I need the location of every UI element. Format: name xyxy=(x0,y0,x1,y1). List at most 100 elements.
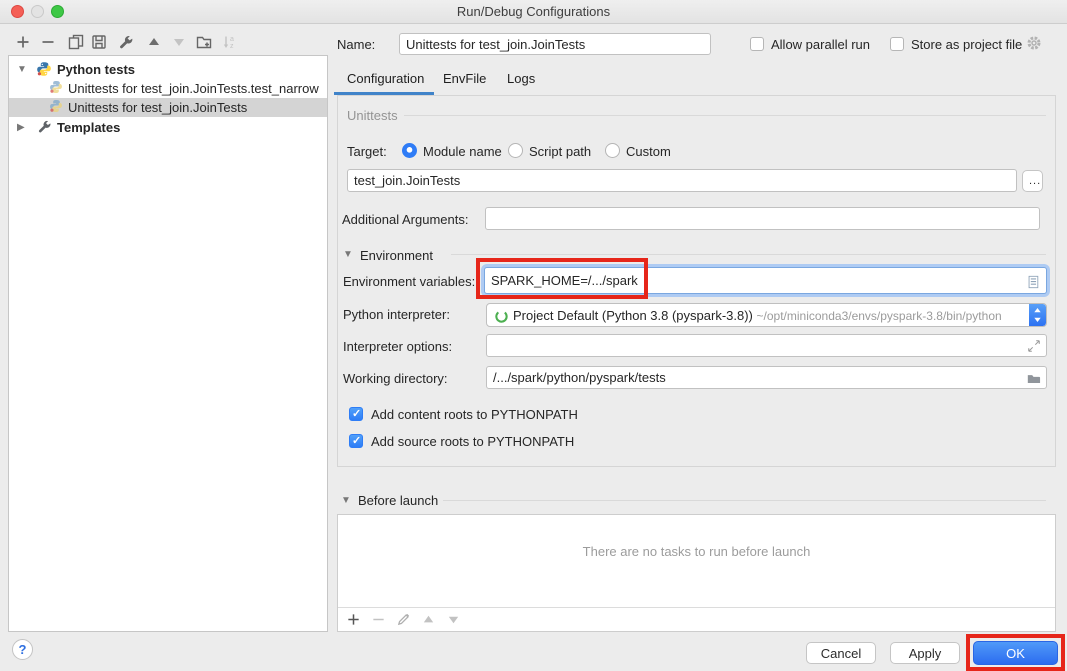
additional-arguments-label: Additional Arguments: xyxy=(342,212,468,227)
wrench-icon xyxy=(118,38,134,53)
remove-configuration-button[interactable] xyxy=(40,34,57,51)
conda-environment-icon xyxy=(494,308,509,327)
working-directory-value: /.../spark/python/pyspark/tests xyxy=(493,370,666,385)
move-task-up-button[interactable] xyxy=(421,612,436,630)
add-source-roots-checkbox[interactable] xyxy=(349,434,363,448)
edit-variables-icon[interactable] xyxy=(1026,273,1040,298)
add-task-button[interactable] xyxy=(346,612,361,630)
additional-arguments-input[interactable] xyxy=(485,207,1040,230)
expander-expanded-icon[interactable]: ▼ xyxy=(17,64,27,75)
python-test-icon xyxy=(49,80,63,97)
add-source-roots-label: Add source roots to PYTHONPATH xyxy=(371,434,574,449)
store-as-project-file-checkbox[interactable] xyxy=(890,37,904,51)
folder-icon[interactable] xyxy=(1026,371,1041,392)
working-directory-input[interactable]: /.../spark/python/pyspark/tests xyxy=(486,366,1047,389)
configurations-tree: ▼ Python tests Unittests for test_join.J… xyxy=(8,55,328,632)
expand-field-icon[interactable] xyxy=(1027,339,1041,356)
apply-button[interactable]: Apply xyxy=(890,642,960,664)
tree-item-label: Unittests for test_join.JoinTests.test_n… xyxy=(68,81,319,96)
environment-section-label: Environment xyxy=(360,248,433,263)
arrow-up-icon xyxy=(146,38,162,53)
save-icon xyxy=(91,38,107,53)
remove-task-button[interactable] xyxy=(371,612,386,630)
save-configuration-button[interactable] xyxy=(91,34,108,51)
python-interpreter-value: Project Default (Python 3.8 (pyspark-3.8… xyxy=(513,308,753,323)
environment-divider xyxy=(451,254,1046,255)
plus-icon xyxy=(15,38,31,53)
environment-collapse-icon[interactable]: ▼ xyxy=(343,249,353,260)
edit-task-button[interactable] xyxy=(396,612,411,630)
window-title: Run/Debug Configurations xyxy=(0,4,1067,19)
target-label: Target: xyxy=(347,144,387,159)
before-launch-divider xyxy=(443,500,1046,501)
target-radio-custom-label: Custom xyxy=(626,144,671,159)
before-launch-tasks-box: There are no tasks to run before launch xyxy=(337,514,1056,632)
environment-variables-input[interactable]: SPARK_HOME=/.../spark xyxy=(484,267,1047,294)
tab-envfile[interactable]: EnvFile xyxy=(443,71,486,86)
run-debug-configurations-dialog: Run/Debug Configurations az ▼ Python tes… xyxy=(0,0,1067,671)
add-content-roots-checkbox[interactable] xyxy=(349,407,363,421)
target-radio-custom[interactable] xyxy=(605,143,620,158)
ok-button[interactable]: OK xyxy=(973,641,1058,665)
sort-configurations-button[interactable]: az xyxy=(222,34,239,51)
tab-logs[interactable]: Logs xyxy=(507,71,535,86)
target-input[interactable] xyxy=(347,169,1017,192)
target-radio-module-name-label: Module name xyxy=(423,144,502,159)
tab-configuration[interactable]: Configuration xyxy=(347,71,424,86)
before-launch-toolbar-divider xyxy=(338,607,1055,608)
svg-text:a: a xyxy=(230,36,234,43)
tree-item-jointests-selected[interactable]: Unittests for test_join.JoinTests xyxy=(9,98,327,117)
store-as-project-file-label: Store as project file xyxy=(911,37,1022,52)
allow-parallel-run-label: Allow parallel run xyxy=(771,37,870,52)
before-launch-label: Before launch xyxy=(358,493,438,508)
tree-item-label: Unittests for test_join.JoinTests xyxy=(68,100,247,115)
cancel-button[interactable]: Cancel xyxy=(806,642,876,664)
arrow-down-icon xyxy=(171,38,187,53)
copy-icon xyxy=(68,38,84,53)
python-icon xyxy=(36,61,52,79)
environment-variables-value: SPARK_HOME=/.../spark xyxy=(491,273,638,288)
before-launch-empty-message: There are no tasks to run before launch xyxy=(338,544,1055,559)
move-task-down-button[interactable] xyxy=(446,612,461,630)
new-folder-icon xyxy=(196,38,212,53)
wrench-icon xyxy=(37,119,52,137)
group-legend: Unittests xyxy=(347,108,398,123)
tree-item-label: Python tests xyxy=(57,62,135,77)
name-label: Name: xyxy=(337,37,375,52)
environment-variables-label: Environment variables: xyxy=(343,274,475,289)
minus-icon xyxy=(40,38,56,53)
interpreter-options-label: Interpreter options: xyxy=(343,339,452,354)
expander-collapsed-icon[interactable]: ▶ xyxy=(17,122,25,133)
legend-divider xyxy=(404,115,1046,116)
tree-item-test-narrow[interactable]: Unittests for test_join.JoinTests.test_n… xyxy=(9,79,327,98)
python-test-icon xyxy=(49,99,63,116)
tree-item-templates[interactable]: ▶ Templates xyxy=(9,118,327,137)
edit-templates-button[interactable] xyxy=(118,34,135,51)
svg-text:z: z xyxy=(230,43,234,50)
add-content-roots-label: Add content roots to PYTHONPATH xyxy=(371,407,578,422)
gear-icon[interactable] xyxy=(1026,35,1042,54)
interpreter-options-input[interactable] xyxy=(486,334,1047,357)
tree-item-python-tests[interactable]: ▼ Python tests xyxy=(9,60,327,79)
python-interpreter-label: Python interpreter: xyxy=(343,307,450,322)
tree-item-label: Templates xyxy=(57,120,120,135)
before-launch-collapse-icon[interactable]: ▼ xyxy=(341,495,351,506)
sort-alphabetically-icon: az xyxy=(222,38,238,53)
target-radio-module-name[interactable] xyxy=(402,143,417,158)
name-input[interactable] xyxy=(399,33,711,55)
move-down-button[interactable] xyxy=(171,34,188,51)
browse-target-button[interactable]: ... xyxy=(1022,170,1043,192)
allow-parallel-run-checkbox[interactable] xyxy=(750,37,764,51)
target-radio-script-path-label: Script path xyxy=(529,144,591,159)
python-interpreter-select[interactable]: Project Default (Python 3.8 (pyspark-3.8… xyxy=(486,303,1047,327)
move-up-button[interactable] xyxy=(146,34,163,51)
add-configuration-button[interactable] xyxy=(15,34,32,51)
titlebar: Run/Debug Configurations xyxy=(0,0,1067,24)
target-radio-script-path[interactable] xyxy=(508,143,523,158)
copy-configuration-button[interactable] xyxy=(68,34,85,51)
combo-stepper-icon[interactable] xyxy=(1029,304,1046,326)
python-interpreter-path: ~/opt/miniconda3/envs/pyspark-3.8/bin/py… xyxy=(757,309,1002,323)
help-button[interactable]: ? xyxy=(12,639,33,660)
working-directory-label: Working directory: xyxy=(343,371,448,386)
create-folder-button[interactable] xyxy=(196,34,213,51)
